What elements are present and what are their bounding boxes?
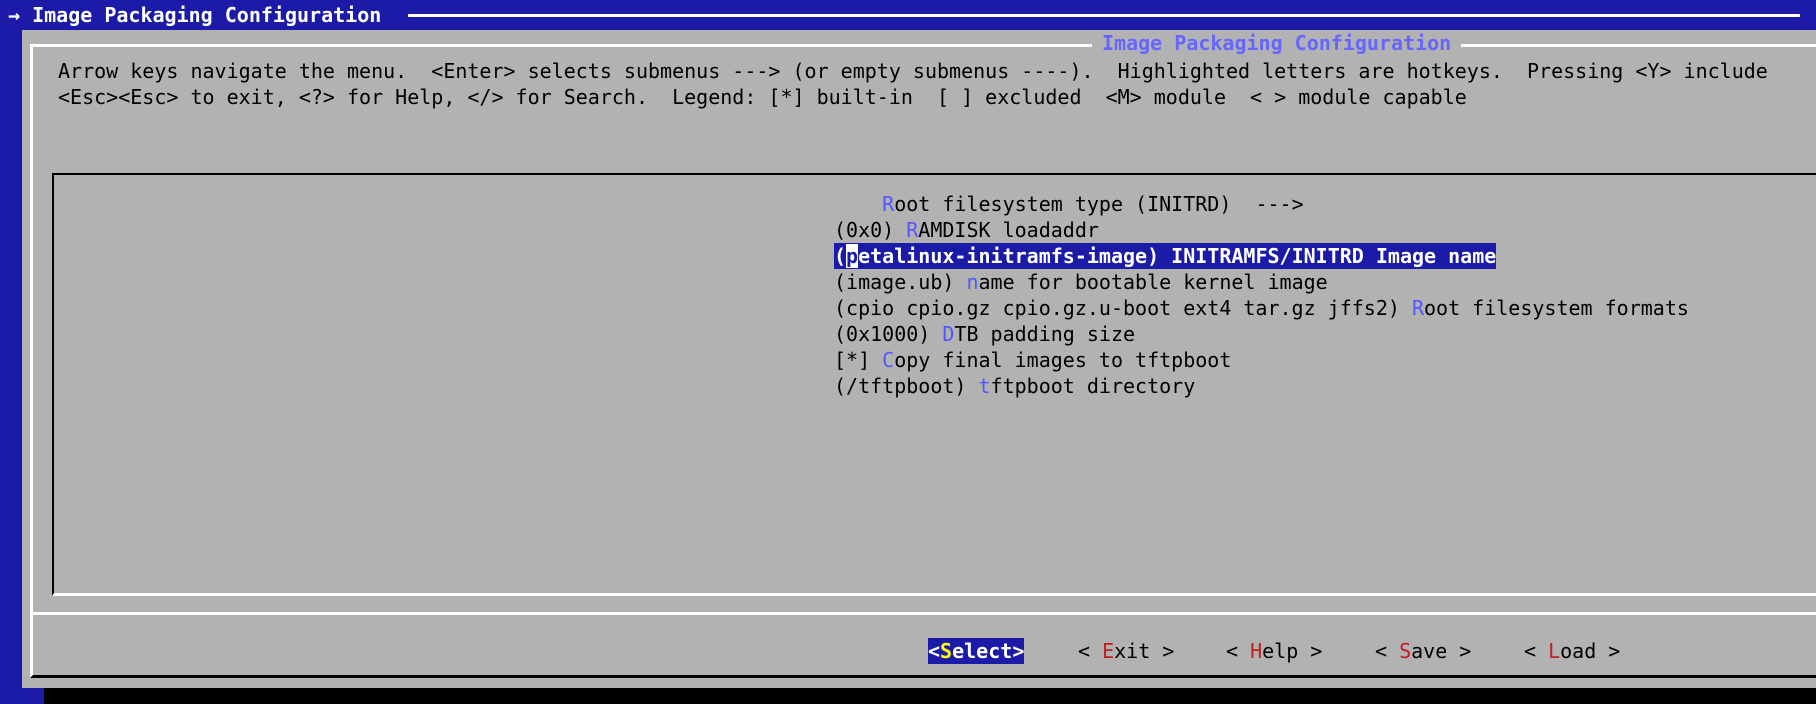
menu-item-hotkey: D [942,322,955,346]
select-button[interactable]: <Select> [928,638,1025,664]
button-label: ave [1411,639,1448,663]
button-label: elect [952,639,1013,663]
button-bracket: > [1447,639,1472,663]
menu-item-copy-to-tftpboot[interactable]: [*] Copy final images to tftpboot [834,347,1231,373]
exit-button[interactable]: < Exit > [1078,638,1174,664]
button-label: elp [1262,639,1299,663]
menu-item-hotkey: C [882,348,895,372]
menu-item-bootable-kernel-image-name[interactable]: (image.ub) name for bootable kernel imag… [834,269,1328,295]
button-hotkey: S [940,639,953,663]
button-hotkey: L [1548,639,1561,663]
menu-item-hotkey: n [966,270,979,294]
menu-item-prefix: (0x1000) [834,322,943,346]
text-cursor: p [846,244,859,268]
menu-item-prefix [834,192,882,216]
help-text-line-1: Arrow keys navigate the menu. <Enter> se… [58,59,1768,83]
load-button[interactable]: < Load > [1524,638,1620,664]
menu-item-label: AMDISK loadaddr [918,218,1099,242]
menu-item-hotkey: R [906,218,919,242]
menu-item-hotkey: I [1171,244,1184,268]
menu-item-prefix: (image.ub) [834,270,967,294]
button-bracket: > [1298,639,1323,663]
button-label: oad [1560,639,1597,663]
menu-item-label: NITRAMFS/INITRD Image name [1183,244,1497,268]
button-hotkey: E [1102,639,1115,663]
menu-item-root-filesystem-formats[interactable]: (cpio cpio.gz cpio.gz.u-boot ext4 tar.gz… [834,295,1689,321]
config-dialog: Image Packaging Configuration Arrow keys… [22,30,1816,688]
menu-item-checkbox: [*] [834,348,883,372]
button-bracket: > [1012,639,1025,663]
menu-item-prefix: (cpio cpio.gz cpio.gz.u-boot ext4 tar.gz… [834,296,1412,320]
dialog-title: Image Packaging Configuration [1092,30,1462,56]
button-label: xit [1114,639,1151,663]
left-border [0,30,22,704]
help-button[interactable]: < Help > [1226,638,1322,664]
menu-item-label: TB padding size [954,322,1136,346]
scroll-edge [1800,0,1816,30]
menu-item-label: ftpboot directory [990,374,1196,398]
menu-item-ramdisk-loadaddr[interactable]: (0x0) RAMDISK loadaddr [834,217,1099,243]
title-rule [408,14,1816,17]
menu-item-prefix: (/tftpboot) [834,374,979,398]
menu-item-hotkey: R [882,192,895,216]
menu-item-hotkey: t [978,374,991,398]
menu-item-prefix: ( [834,244,847,268]
menu-item-tftpboot-directory[interactable]: (/tftpboot) tftpboot directory [834,373,1195,399]
button-bracket: < [1078,639,1103,663]
menu-item-hotkey: R [1411,296,1425,320]
button-bracket: < [1375,639,1400,663]
button-bracket: < [1524,639,1549,663]
menu-item-prefix: (0x0) [834,218,907,242]
window-title: → Image Packaging Configuration [8,3,382,27]
menu-item-prefix-tail: etalinux-initramfs-image) [858,244,1172,268]
help-text-line-2: <Esc><Esc> to exit, <?> for Help, </> fo… [58,85,1467,109]
menu-item-dtb-padding-size[interactable]: (0x1000) DTB padding size [834,321,1135,347]
button-hotkey: S [1399,639,1412,663]
menu-item-label: oot filesystem formats [1424,296,1689,320]
save-button[interactable]: < Save > [1375,638,1471,664]
menu-item-label: ame for bootable kernel image [978,270,1328,294]
menu-item-label: opy final images to tftpboot [894,348,1232,372]
button-bracket: > [1150,639,1175,663]
menu-item-label: oot filesystem type (INITRD) ---> [894,192,1304,216]
menu-item-initramfs-image-name[interactable]: (petalinux-initramfs-image) INITRAMFS/IN… [834,243,1497,269]
bottom-shadow [44,688,1816,704]
button-separator [32,612,1816,615]
button-bracket: < [928,639,941,663]
button-hotkey: H [1250,639,1263,663]
terminal-title-bar: → Image Packaging Configuration [0,0,1816,30]
menu-item-root-filesystem-type[interactable]: Root filesystem type (INITRD) ---> [834,191,1304,217]
button-bracket: > [1596,639,1621,663]
button-bracket: < [1226,639,1251,663]
